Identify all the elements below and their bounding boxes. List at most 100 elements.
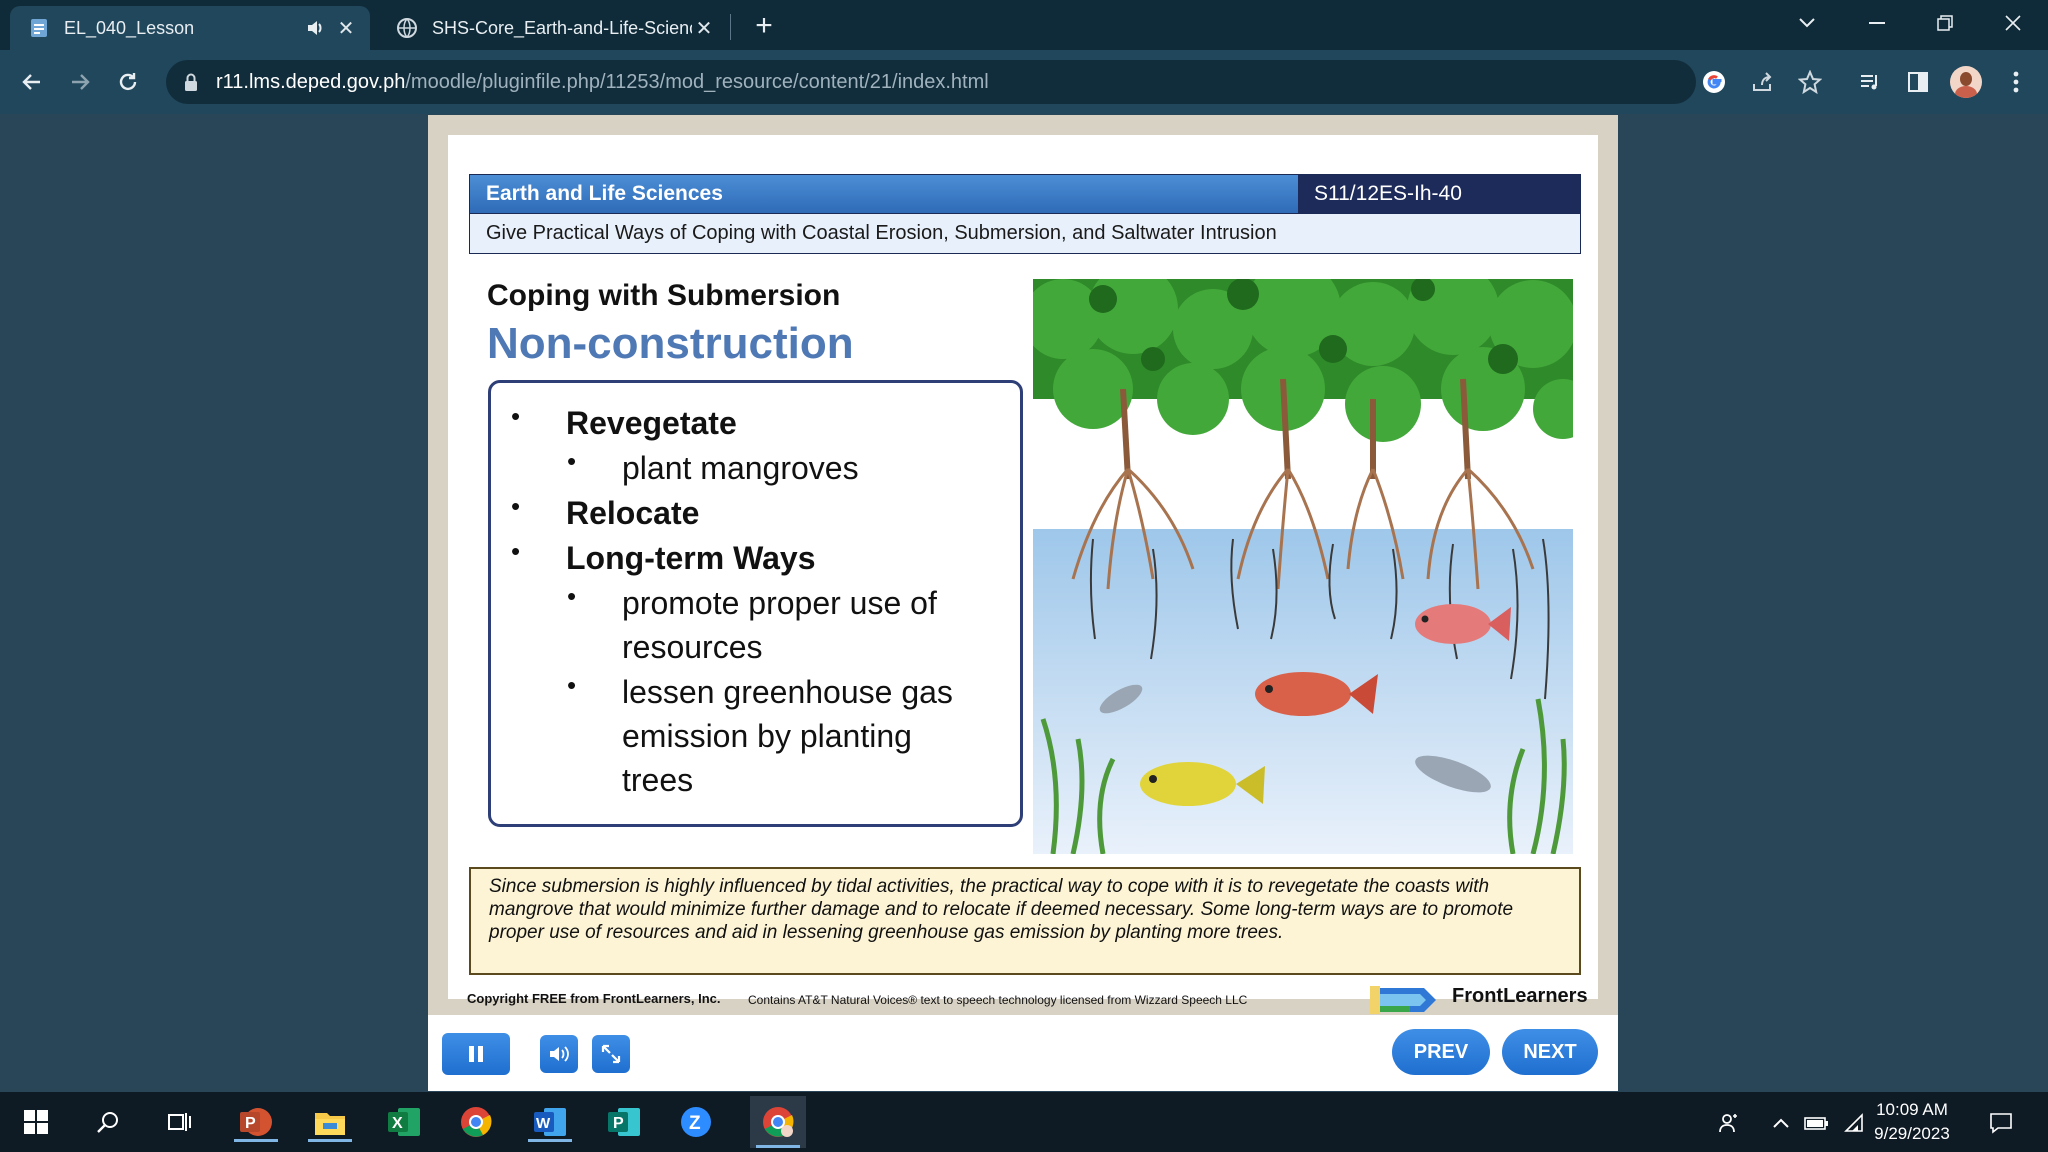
pause-icon — [469, 1046, 483, 1062]
speaker-icon[interactable] — [304, 17, 326, 39]
media-icon[interactable] — [1852, 64, 1888, 100]
frontlearners-logo-icon — [1358, 980, 1448, 1020]
document-icon — [28, 17, 50, 39]
competency-text: Give Practical Ways of Coping with Coast… — [469, 214, 1581, 254]
bullet-list-box: • Revegetate • plant mangroves • Relocat… — [488, 380, 1023, 827]
bullet-icon: • — [511, 536, 521, 566]
chevron-up-icon[interactable] — [1768, 1110, 1794, 1136]
back-icon[interactable] — [14, 64, 50, 100]
bullet-icon: • — [511, 401, 521, 431]
restore-icon[interactable] — [1920, 6, 1970, 40]
search-icon[interactable] — [88, 1102, 128, 1142]
slide-header: Earth and Life Sciences S11/12ES-Ih-40 — [469, 174, 1581, 214]
running-indicator — [234, 1139, 278, 1142]
new-tab-button[interactable]: + — [748, 9, 780, 42]
list-item: Relocate — [566, 495, 700, 531]
running-indicator — [756, 1145, 800, 1148]
word-icon[interactable]: W — [528, 1102, 572, 1142]
list-item: promote proper use of — [622, 585, 937, 621]
url-path: /moodle/pluginfile.php/11253/mod_resourc… — [405, 70, 989, 93]
clock-time: 10:09 AM — [1876, 1100, 1948, 1119]
competency-code: S11/12ES-Ih-40 — [1298, 175, 1580, 213]
powerpoint-icon[interactable]: P — [234, 1102, 278, 1142]
svg-text:P: P — [613, 1115, 624, 1132]
share-icon[interactable] — [1744, 64, 1780, 100]
bullet-icon: • — [567, 446, 577, 476]
bullet-icon: • — [567, 581, 577, 611]
mangrove-illustration — [1033, 279, 1573, 854]
profile-avatar[interactable] — [1948, 64, 1984, 100]
url-text: r11.lms.deped.gov.ph/moodle/pluginfile.p… — [216, 71, 989, 94]
close-window-icon[interactable] — [1988, 6, 2038, 40]
bullet-icon: • — [567, 670, 577, 700]
svg-text:X: X — [392, 1115, 403, 1132]
list-item: Revegetate — [566, 405, 737, 441]
expand-icon — [601, 1044, 621, 1064]
voices-notice: Contains AT&T Natural Voices® text to sp… — [748, 993, 1248, 1007]
clock-date: 9/29/2023 — [1874, 1124, 1950, 1143]
excel-icon[interactable]: X — [384, 1102, 424, 1142]
svg-text:W: W — [536, 1115, 551, 1132]
windows-taskbar: P X W P Z 10:09 AM 9/29/2023 — [0, 1092, 2048, 1152]
speaker-icon — [550, 1046, 569, 1062]
system-clock[interactable]: 10:09 AM 9/29/2023 — [1866, 1098, 1958, 1146]
globe-icon — [396, 17, 418, 39]
zoom-icon[interactable]: Z — [676, 1102, 716, 1142]
people-icon[interactable] — [1716, 1110, 1742, 1136]
reload-icon[interactable] — [110, 64, 146, 100]
brand-name: FrontLearners — [1452, 985, 1588, 1007]
svg-text:Z: Z — [689, 1113, 701, 1134]
list-item: lessen greenhouse gas — [622, 674, 953, 710]
lesson-player: Earth and Life Sciences S11/12ES-Ih-40 G… — [428, 115, 1618, 1091]
tab-separator — [730, 14, 731, 40]
wifi-icon[interactable] — [1842, 1110, 1868, 1136]
slide-heading: Coping with Submersion — [487, 279, 841, 312]
list-item: plant mangroves — [622, 450, 859, 486]
svg-text:P: P — [245, 1115, 256, 1132]
list-item: emission by planting — [622, 718, 912, 754]
slide: Earth and Life Sciences S11/12ES-Ih-40 G… — [448, 135, 1598, 1014]
google-icon[interactable] — [1696, 64, 1732, 100]
list-item: trees — [622, 762, 694, 798]
tab-shs-core[interactable]: SHS-Core_Earth-and-Life-Scienc ✕ — [378, 6, 728, 50]
prev-button[interactable]: PREV — [1392, 1029, 1490, 1075]
subject-title: Earth and Life Sciences — [470, 175, 1298, 213]
lock-icon[interactable] — [182, 72, 200, 92]
forward-icon[interactable] — [62, 64, 98, 100]
menu-icon[interactable] — [1998, 64, 2034, 100]
tab-search-icon[interactable] — [1782, 6, 1832, 40]
url-host: r11.lms.deped.gov.ph — [216, 70, 406, 93]
tab-el-040-lesson[interactable]: EL_040_Lesson ✕ — [10, 6, 370, 50]
bullet-icon: • — [511, 491, 521, 521]
tab-title: EL_040_Lesson — [64, 17, 195, 38]
notification-icon[interactable] — [1988, 1110, 2014, 1136]
start-icon[interactable] — [16, 1102, 56, 1142]
slide-subheading: Non-construction — [487, 319, 854, 368]
address-bar[interactable]: r11.lms.deped.gov.ph/moodle/pluginfile.p… — [166, 60, 1696, 104]
volume-button[interactable] — [540, 1035, 578, 1073]
avatar — [1950, 66, 1982, 98]
battery-icon[interactable] — [1804, 1110, 1830, 1136]
star-icon[interactable] — [1792, 64, 1828, 100]
running-indicator — [308, 1139, 352, 1142]
file-explorer-icon[interactable] — [308, 1102, 352, 1142]
publisher-icon[interactable]: P — [604, 1102, 644, 1142]
running-indicator — [528, 1139, 572, 1142]
sidepanel-icon[interactable] — [1900, 64, 1936, 100]
fullscreen-button[interactable] — [592, 1035, 630, 1073]
list-item: resources — [622, 629, 763, 665]
chrome-icon[interactable] — [456, 1102, 496, 1142]
browser-tab-strip: EL_040_Lesson ✕ SHS-Core_Earth-and-Life-… — [0, 0, 2048, 50]
task-view-icon[interactable] — [160, 1102, 200, 1142]
list-item: Long-term Ways — [566, 540, 816, 576]
copyright-text: Copyright FREE from FrontLearners, Inc. — [467, 991, 721, 1006]
close-tab-icon[interactable]: ✕ — [334, 16, 358, 40]
chrome-profile-icon[interactable] — [750, 1096, 806, 1148]
tab-title: SHS-Core_Earth-and-Life-Scienc — [432, 17, 692, 38]
minimize-icon[interactable] — [1852, 6, 1902, 40]
slide-frame: Earth and Life Sciences S11/12ES-Ih-40 G… — [428, 115, 1618, 1015]
next-button[interactable]: NEXT — [1502, 1029, 1598, 1075]
pause-button[interactable] — [442, 1033, 510, 1075]
narration-box: Since submersion is highly influenced by… — [469, 867, 1581, 975]
close-tab-icon[interactable]: ✕ — [692, 16, 716, 40]
